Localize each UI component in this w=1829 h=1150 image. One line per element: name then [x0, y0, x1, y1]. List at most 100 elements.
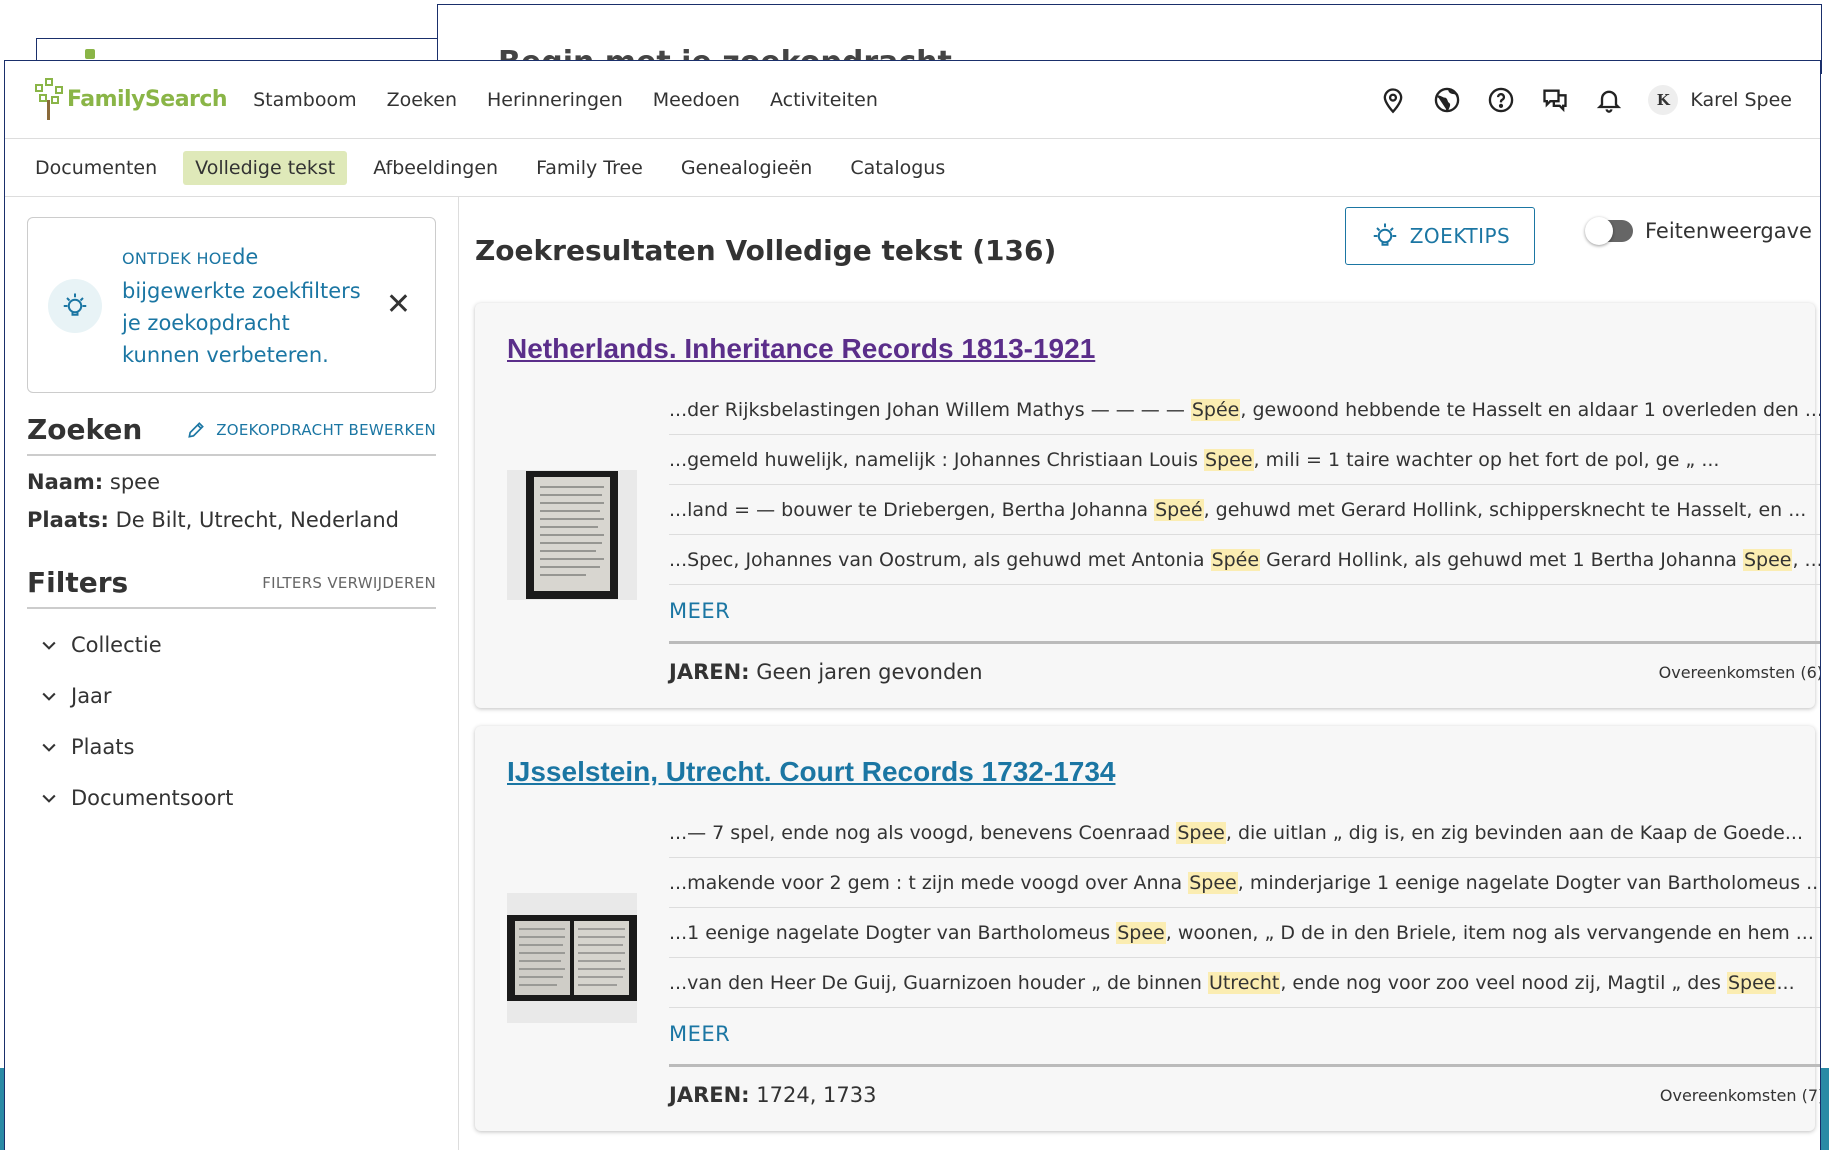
record-thumbnail[interactable] [507, 892, 637, 1023]
years-value: 1724, 1733 [756, 1083, 877, 1107]
result-title-link[interactable]: IJsselstein, Utrecht. Court Records 1732… [507, 756, 1783, 788]
nav-stamboom[interactable]: Stamboom [253, 89, 356, 111]
record-thumbnail[interactable] [507, 469, 637, 600]
result-footer: JAREN: Geen jaren gevonden Overeenkomste… [669, 660, 1820, 684]
filter-plaats[interactable]: Plaats [39, 731, 436, 762]
results-title: Zoekresultaten Volledige tekst (136) [475, 233, 1057, 267]
bell-icon[interactable] [1594, 85, 1624, 115]
snippet: ...makende voor 2 gem : t zijn mede voog… [669, 858, 1820, 908]
header-actions: K Karel Spee [1378, 84, 1792, 115]
globe-icon[interactable] [1432, 85, 1462, 115]
years-label: JAREN: [669, 1083, 750, 1107]
filter-collectie[interactable]: Collectie [39, 629, 436, 660]
search-name: Naam: spee [27, 470, 436, 494]
snippet: ...Spec, Johannes van Oostrum, als gehuw… [669, 535, 1820, 585]
search-title: Zoeken [27, 413, 143, 446]
snippet: ...der Rijksbelastingen Johan Willem Mat… [669, 385, 1820, 435]
highlight: Spée [1210, 549, 1261, 571]
filter-documentsoort[interactable]: Documentsoort [39, 782, 436, 813]
user-name[interactable]: Karel Spee [1690, 89, 1792, 111]
snippet-list: ...— 7 spel, ende nog als voogd, beneven… [669, 808, 1820, 1107]
matches-count[interactable]: Overeenkomsten (7) [1660, 1086, 1820, 1105]
location-pin-icon[interactable] [1378, 85, 1408, 115]
chevron-down-icon [42, 794, 56, 803]
name-label: Naam: [27, 470, 104, 494]
filter-jaar[interactable]: Jaar [39, 680, 436, 711]
highlight: Spee [1742, 549, 1793, 571]
chevron-down-icon [42, 692, 56, 701]
clear-filters-button[interactable]: FILTERS VERWIJDEREN [262, 574, 436, 592]
tab-documenten[interactable]: Documenten [23, 151, 169, 185]
snippet: ...van den Heer De Guij, Guarnizoen houd… [669, 958, 1820, 1008]
result-body: ...der Rijksbelastingen Johan Willem Mat… [507, 385, 1820, 684]
nav-zoeken[interactable]: Zoeken [387, 89, 457, 111]
years: JAREN: 1724, 1733 [669, 1083, 877, 1107]
edit-search-button[interactable]: ZOEKOPDRACHT BEWERKEN [186, 420, 436, 440]
tab-afbeeldingen[interactable]: Afbeeldingen [361, 151, 510, 185]
results-area: Zoekresultaten Volledige tekst (136) ZOE… [459, 197, 1820, 1150]
close-icon[interactable]: ✕ [386, 290, 411, 320]
result-body: ...— 7 spel, ende nog als voogd, beneven… [507, 808, 1820, 1107]
chat-icon[interactable] [1540, 85, 1570, 115]
highlight: Spee [1176, 822, 1226, 844]
more-button[interactable]: MEER [669, 585, 1820, 644]
filter-label: Plaats [71, 734, 135, 759]
filter-tip-banner: ONTDEK HOEde bijgewerkte zoekfilters je … [27, 217, 436, 393]
filter-label: Jaar [71, 683, 112, 708]
filter-label: Documentsoort [71, 785, 234, 810]
place-value: De Bilt, Utrecht, Nederland [115, 508, 399, 532]
chevron-down-icon [42, 743, 56, 752]
lightbulb-icon [48, 279, 102, 333]
tab-catalogus[interactable]: Catalogus [838, 151, 957, 185]
toggle-switch[interactable] [1585, 217, 1633, 245]
nav-herinneringen[interactable]: Herinneringen [487, 89, 623, 111]
tip-text[interactable]: ONTDEK HOEde bijgewerkte zoekfilters je … [122, 241, 372, 371]
filters-title: Filters [27, 566, 129, 599]
browser-window: FamilySearch Stamboom Zoeken Herinnering… [4, 60, 1821, 1150]
search-tips-button[interactable]: ZOEKTIPS [1345, 207, 1535, 265]
thumbnail-column [507, 385, 669, 684]
snippet: ...gemeld huwelijk, namelijk : Johannes … [669, 435, 1820, 485]
highlight: Speé [1154, 499, 1204, 521]
edit-search-label: ZOEKOPDRACHT BEWERKEN [216, 420, 436, 439]
help-icon[interactable] [1486, 85, 1516, 115]
nav-activiteiten[interactable]: Activiteiten [770, 89, 878, 111]
name-value: spee [109, 470, 161, 494]
pencil-icon [188, 421, 205, 438]
avatar[interactable]: K [1648, 84, 1679, 115]
fact-view-toggle[interactable]: Feitenweergave [1585, 217, 1812, 245]
logo-text: FamilySearch [67, 87, 228, 112]
tip-small-label: ONTDEK HOE [122, 249, 233, 268]
filter-label: Collectie [71, 632, 162, 657]
result-title-link[interactable]: Netherlands. Inheritance Records 1813-19… [507, 333, 1783, 365]
main-nav: Stamboom Zoeken Herinneringen Meedoen Ac… [253, 89, 878, 111]
toggle-label: Feitenweergave [1645, 219, 1812, 243]
years-value: Geen jaren gevonden [756, 660, 983, 684]
search-type-tabs: Documenten Volledige tekst Afbeeldingen … [5, 139, 1820, 197]
top-navbar: FamilySearch Stamboom Zoeken Herinnering… [5, 61, 1820, 139]
years: JAREN: Geen jaren gevonden [669, 660, 983, 684]
logo-leaf-icon [85, 49, 95, 59]
nav-meedoen[interactable]: Meedoen [653, 89, 740, 111]
tab-volledige-tekst[interactable]: Volledige tekst [183, 150, 348, 185]
place-label: Plaats: [27, 508, 109, 532]
filters-section-header: Filters FILTERS VERWIJDEREN [27, 566, 436, 609]
highlight: Spee [1204, 449, 1254, 471]
tab-genealogieen[interactable]: Genealogieën [669, 151, 824, 185]
tab-family-tree[interactable]: Family Tree [524, 151, 655, 185]
snippet: ...land = — bouwer te Driebergen, Bertha… [669, 485, 1820, 535]
years-label: JAREN: [669, 660, 750, 684]
search-place: Plaats: De Bilt, Utrecht, Nederland [27, 508, 436, 532]
familysearch-logo[interactable]: FamilySearch [33, 77, 228, 122]
snippet: ...1 eenige nagelate Dogter van Bartholo… [669, 908, 1820, 958]
result-card: IJsselstein, Utrecht. Court Records 1732… [475, 726, 1820, 1131]
matches-count[interactable]: Overeenkomsten (6) [1659, 663, 1820, 682]
search-tips-label: ZOEKTIPS [1409, 224, 1511, 248]
highlight: Spée [1190, 399, 1241, 421]
search-section-header: Zoeken ZOEKOPDRACHT BEWERKEN [27, 413, 436, 456]
more-button[interactable]: MEER [669, 1008, 1820, 1067]
result-footer: JAREN: 1724, 1733 Overeenkomsten (7) [669, 1083, 1820, 1107]
highlight: Spee [1116, 922, 1166, 944]
page-content: ONTDEK HOEde bijgewerkte zoekfilters je … [5, 197, 1820, 1150]
highlight: Utrecht [1207, 972, 1281, 994]
